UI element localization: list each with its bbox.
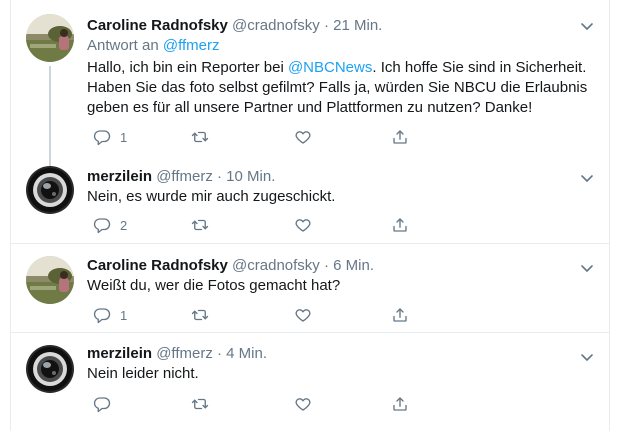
retweet-button[interactable] <box>191 305 209 325</box>
mention-link[interactable]: @ffmerz <box>163 37 220 54</box>
heart-icon <box>294 395 312 413</box>
retweet-button[interactable] <box>191 394 209 414</box>
like-button[interactable] <box>294 305 312 325</box>
reply-icon <box>93 128 111 146</box>
share-button[interactable] <box>391 305 409 325</box>
avatar[interactable] <box>26 345 74 393</box>
separator-dot: · <box>323 257 329 274</box>
timestamp[interactable]: 10 Min. <box>226 168 275 185</box>
like-button[interactable] <box>294 215 312 235</box>
reply-icon <box>93 306 111 324</box>
lens-avatar-image <box>26 166 74 214</box>
tweet-text: Weißt du, wer die Fotos gemacht hat? <box>87 277 341 294</box>
heart-icon <box>294 128 312 146</box>
timestamp[interactable]: 4 Min. <box>226 345 267 362</box>
mention-link[interactable]: @NBCNews <box>288 59 372 76</box>
reply-count: 1 <box>120 307 128 323</box>
tweet-actions: 1 <box>87 305 507 325</box>
tweet[interactable]: Caroline Radnofsky @cradnofsky · 6 Min. … <box>11 244 609 333</box>
heart-icon <box>294 306 312 324</box>
reply-button[interactable]: 1 <box>93 305 127 325</box>
retweet-button[interactable] <box>191 127 209 147</box>
timestamp[interactable]: 21 Min. <box>333 17 382 34</box>
share-icon <box>391 395 409 413</box>
like-button[interactable] <box>294 394 312 414</box>
reply-count: 2 <box>120 217 128 233</box>
reply-icon <box>93 395 111 413</box>
landscape-avatar-image <box>26 256 74 304</box>
tweet-header: merzilein @ffmerz · 10 Min. <box>87 167 597 187</box>
timestamp[interactable]: 6 Min. <box>333 257 374 274</box>
tweet[interactable]: merzilein @ffmerz · 10 Min. Nein, es wur… <box>11 166 609 244</box>
landscape-avatar-image <box>26 14 74 62</box>
avatar[interactable] <box>26 166 74 214</box>
tweet-actions: 1 <box>87 127 507 147</box>
retweet-button[interactable] <box>191 215 209 235</box>
display-name[interactable]: Caroline Radnofsky <box>87 17 228 34</box>
reply-prefix: Antwort an <box>87 37 159 54</box>
tweet[interactable]: merzilein @ffmerz · 4 Min. Nein leider n… <box>11 333 609 431</box>
retweet-icon <box>191 128 209 146</box>
user-handle[interactable]: @cradnofsky <box>232 17 320 34</box>
user-handle[interactable]: @cradnofsky <box>232 257 320 274</box>
avatar[interactable] <box>26 14 74 62</box>
like-button[interactable] <box>294 127 312 147</box>
tweet-text-part: Hallo, ich bin ein Reporter bei <box>87 59 288 76</box>
tweet-actions: 2 <box>87 215 507 235</box>
tweet-actions <box>87 394 507 414</box>
tweet-text: Nein, es wurde mir auch zugeschickt. <box>87 188 336 205</box>
lens-avatar-image <box>26 345 74 393</box>
separator-dot: · <box>217 168 222 185</box>
reply-count: 1 <box>120 129 128 145</box>
tweet-header: Caroline Radnofsky @cradnofsky · 6 Min. <box>87 256 597 276</box>
tweet-header: Caroline Radnofsky @cradnofsky · 21 Min. <box>87 16 597 36</box>
tweet-text: Hallo, ich bin ein Reporter bei @NBCNews… <box>87 58 597 118</box>
reply-context: Antwort an @ffmerz <box>87 36 597 56</box>
retweet-icon <box>191 216 209 234</box>
share-button[interactable] <box>391 127 409 147</box>
user-handle[interactable]: @ffmerz <box>156 345 213 362</box>
separator-dot: · <box>323 17 329 34</box>
display-name[interactable]: Caroline Radnofsky <box>87 257 228 274</box>
user-handle[interactable]: @ffmerz <box>156 168 213 185</box>
reply-button[interactable]: 1 <box>93 127 127 147</box>
share-icon <box>391 128 409 146</box>
heart-icon <box>294 216 312 234</box>
display-name[interactable]: merzilein <box>87 345 152 362</box>
share-button[interactable] <box>391 394 409 414</box>
share-icon <box>391 306 409 324</box>
display-name[interactable]: merzilein <box>87 168 152 185</box>
separator-dot: · <box>217 345 222 362</box>
share-icon <box>391 216 409 234</box>
tweet-text: Nein leider nicht. <box>87 365 199 382</box>
tweet[interactable]: Caroline Radnofsky @cradnofsky · 21 Min.… <box>11 0 609 166</box>
share-button[interactable] <box>391 215 409 235</box>
conversation-thread: Caroline Radnofsky @cradnofsky · 21 Min.… <box>10 0 610 431</box>
avatar[interactable] <box>26 256 74 304</box>
thread-connector <box>49 66 51 166</box>
reply-button[interactable]: 2 <box>93 215 127 235</box>
tweet-header: merzilein @ffmerz · 4 Min. <box>87 344 597 364</box>
reply-button[interactable] <box>93 394 120 414</box>
reply-icon <box>93 216 111 234</box>
retweet-icon <box>191 395 209 413</box>
retweet-icon <box>191 306 209 324</box>
